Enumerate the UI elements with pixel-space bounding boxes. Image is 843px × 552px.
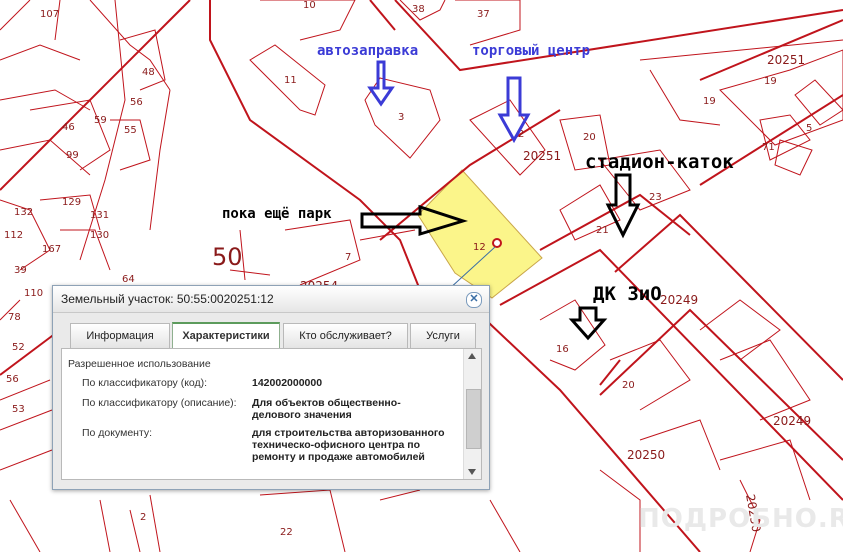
parcel-number: 20250 (627, 448, 665, 462)
popup-header: Земельный участок: 50:55:0020251:12 ✕ (53, 286, 489, 313)
annotation-dk: ДК ЗиО (593, 283, 662, 305)
scroll-down-icon[interactable] (468, 469, 476, 475)
highlighted-parcel-12[interactable] (417, 169, 543, 299)
row-label-document: По документу: (82, 427, 153, 439)
row-value-description: Для объектов общественно-делового значен… (252, 397, 401, 421)
parcel-number: 131 (90, 210, 109, 221)
parcel-number: 23 (649, 192, 662, 203)
parcel-number: 37 (477, 9, 490, 20)
parcel-number: 20 (583, 132, 596, 143)
parcel-number: 56 (6, 374, 19, 385)
parcel-number: 22 (280, 527, 293, 538)
parcel-number: 52 (12, 342, 25, 353)
parcel-number: 167 (42, 244, 61, 255)
parcel-number: 112 (4, 230, 23, 241)
arrow-down-icon (367, 60, 395, 107)
parcel-number: 53 (12, 404, 25, 415)
arrow-down-icon (568, 306, 608, 341)
annotation-mall: торговый центр (472, 43, 590, 59)
annotation-gas-station: автозаправка (317, 43, 418, 59)
parcel-number: 48 (142, 67, 155, 78)
parcel-number: 130 (90, 230, 109, 241)
parcel-number: 56 (130, 97, 143, 108)
parcel-number: 71 (762, 142, 775, 153)
tab-services[interactable]: Услуги (410, 323, 476, 348)
parcel-number: 46 (62, 122, 75, 133)
popup-title: Земельный участок: 50:55:0020251:12 (61, 292, 274, 306)
parcel-marker-icon[interactable] (492, 238, 502, 248)
parcel-number: 78 (8, 312, 21, 323)
parcel-number: 20 (622, 380, 635, 391)
parcel-number: 19 (764, 76, 777, 87)
parcel-number: 38 (412, 4, 425, 15)
tab-characteristics[interactable]: Характеристики (172, 322, 280, 350)
annotation-park: пока ещё парк (222, 206, 332, 222)
parcel-number: 39 (14, 265, 27, 276)
scrollbar[interactable] (463, 349, 481, 479)
parcel-number: 11 (284, 75, 297, 86)
tab-panel: Разрешенное использование По классификат… (61, 348, 482, 480)
parcel-number: 59 (94, 115, 107, 126)
parcel-number: 7 (345, 252, 351, 263)
parcel-number: 20249 (773, 414, 811, 428)
parcel-number: 64 (122, 274, 135, 285)
tab-info[interactable]: Информация (70, 323, 170, 348)
parcel-number: 10 (303, 0, 316, 11)
parcel-number: 20249 (660, 293, 698, 307)
parcel-number: 3 (398, 112, 404, 123)
parcel-number: 110 (24, 288, 43, 299)
parcel-number: 20251 (767, 53, 805, 67)
row-value-document: для строительства авторизованного технич… (252, 427, 445, 463)
parcel-number: 99 (66, 150, 79, 161)
parcel-number: 21 (596, 225, 609, 236)
watermark: ПОДРОБНО.RU (638, 504, 843, 534)
scroll-up-icon[interactable] (468, 353, 476, 359)
close-icon[interactable]: ✕ (466, 292, 482, 308)
parcel-number: 5 (806, 123, 812, 134)
row-value-code: 142002000000 (252, 377, 323, 389)
row-label-code: По классификатору (код): (82, 377, 208, 389)
parcel-number: 2 (140, 512, 146, 523)
parcel-number: 129 (62, 197, 81, 208)
scroll-thumb[interactable] (466, 389, 481, 449)
parcel-number: 20251 (523, 149, 561, 163)
parcel-number: 19 (703, 96, 716, 107)
parcel-number: 107 (40, 9, 59, 20)
parcel-number: 12 (473, 242, 486, 253)
annotation-stadium: стадион-каток (585, 151, 734, 173)
parcel-number: 55 (124, 125, 137, 136)
section-title: Разрешенное использование (68, 358, 211, 370)
parcel-number: 132 (14, 207, 33, 218)
cadastral-block-label: 50 (212, 243, 243, 271)
row-label-description: По классификатору (описание): (82, 397, 237, 409)
parcel-info-popup: Земельный участок: 50:55:0020251:12 ✕ Ин… (52, 285, 490, 490)
tab-who-serves[interactable]: Кто обслуживает? (283, 323, 408, 348)
parcel-number: 16 (556, 344, 569, 355)
